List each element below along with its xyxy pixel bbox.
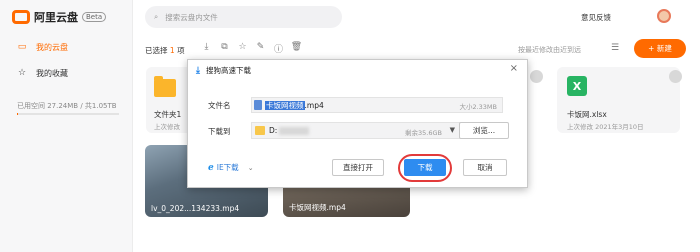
close-icon[interactable]: × (510, 63, 518, 74)
blurred-path (279, 127, 309, 135)
app-logo[interactable]: 阿里云盘 Beta (12, 9, 107, 25)
file-size: 大小2.33MB (459, 103, 497, 111)
star-icon: ☆ (17, 68, 27, 78)
free-space: 剩余35.6GB (405, 129, 442, 137)
download-dialog: ⤓ 搜狗高速下载 × 文件名 卡饭网视频.mp4 大小2.33MB 下载到 D:… (187, 59, 528, 188)
file-modified: 上次修改 2021年3月10日 (567, 123, 644, 131)
avatar[interactable] (657, 9, 671, 23)
folder-icon: ▭ (17, 42, 27, 52)
selection-prefix: 已选择 (145, 46, 168, 55)
rename-icon[interactable]: ✎ (254, 42, 267, 55)
feedback-link[interactable]: 意见反馈 (581, 12, 611, 23)
checkbox-icon[interactable] (530, 70, 543, 83)
selection-number: 1 (169, 46, 175, 55)
download-arrow-icon: ⤓ (196, 65, 200, 76)
save-path: D: (269, 126, 278, 135)
save-path-select[interactable]: D: 剩余35.6GB ▼ (251, 122, 461, 139)
sidebar-item-favorites[interactable]: ☆ 我的收藏 (0, 62, 133, 84)
file-toolbar: ⤓ ⧉ ☆ ✎ ⓘ 🗑 (200, 42, 303, 55)
delete-icon[interactable]: 🗑 (290, 42, 303, 55)
file-name: 卡饭网.xlsx (567, 110, 607, 119)
new-button[interactable]: + 新建 (634, 39, 686, 58)
sidebar-item-label: 我的收藏 (36, 68, 68, 78)
sidebar-item-label: 我的云盘 (36, 42, 68, 52)
beta-badge: Beta (82, 12, 107, 22)
storage-usage-fill (17, 113, 19, 115)
file-name: 文件夹1 (154, 110, 182, 119)
chevron-down-icon: ▼ (449, 126, 455, 134)
selection-suffix: 项 (177, 46, 185, 55)
highlight-ring (398, 154, 452, 182)
sidebar: 阿里云盘 Beta ▭ 我的云盘 ☆ 我的收藏 已用空间 27.24MB / 共… (0, 0, 133, 252)
favorite-icon[interactable]: ☆ (236, 42, 249, 55)
move-icon[interactable]: ⧉ (218, 42, 231, 55)
storage-usage-bar (17, 113, 119, 115)
dialog-title-text: 搜狗高速下载 (205, 66, 251, 75)
chevron-down-icon: ⌄ (247, 163, 254, 172)
search-icon: ⌕ (154, 12, 159, 21)
file-card-xlsx[interactable]: X 卡饭网.xlsx 上次修改 2021年3月10日 (557, 67, 680, 133)
sort-selector[interactable]: 按最近修改由近到远 (518, 45, 581, 55)
storage-usage-text: 已用空间 27.24MB / 共1.05TB (17, 102, 117, 110)
browse-button[interactable]: 浏览... (459, 122, 509, 139)
app-name: 阿里云盘 (34, 11, 78, 24)
download-icon[interactable]: ⤓ (200, 42, 213, 55)
search-input[interactable]: ⌕ 搜索云盘内文件 (145, 6, 342, 28)
save-to-label: 下载到 (208, 127, 231, 136)
filename-extension: .mp4 (304, 101, 324, 110)
file-name: lv_0_202...134233.mp4 (151, 204, 240, 213)
list-view-icon[interactable]: ☰ (611, 43, 619, 53)
cancel-button[interactable]: 取消 (463, 159, 507, 176)
filename-selected-text: 卡饭网视频 (265, 101, 305, 110)
folder-icon (255, 126, 265, 135)
video-file-icon (254, 100, 262, 110)
info-icon[interactable]: ⓘ (272, 42, 285, 55)
file-name: 卡饭网视频.mp4 (289, 203, 346, 212)
dialog-title: ⤓ 搜狗高速下载 (196, 65, 251, 76)
file-modified: 上次修改 (154, 123, 180, 131)
open-direct-button[interactable]: 直接打开 (332, 159, 384, 176)
filename-label: 文件名 (208, 101, 231, 110)
sidebar-item-my-drive[interactable]: ▭ 我的云盘 (0, 36, 133, 58)
folder-icon (154, 76, 176, 97)
excel-icon: X (567, 76, 587, 96)
checkbox-icon[interactable] (669, 70, 682, 83)
ie-download-option[interactable]: ℯ IE下载 ⌄ (208, 162, 254, 173)
ie-download-label: IE下载 (216, 163, 239, 172)
search-placeholder: 搜索云盘内文件 (165, 12, 218, 22)
filename-value: 卡饭网视频.mp4 (265, 100, 324, 111)
cloud-drive-logo-icon (12, 10, 30, 24)
filename-field[interactable]: 卡饭网视频.mp4 大小2.33MB (251, 97, 503, 113)
ie-logo-icon: ℯ (208, 162, 214, 173)
selection-count: 已选择 1 项 (145, 45, 185, 56)
